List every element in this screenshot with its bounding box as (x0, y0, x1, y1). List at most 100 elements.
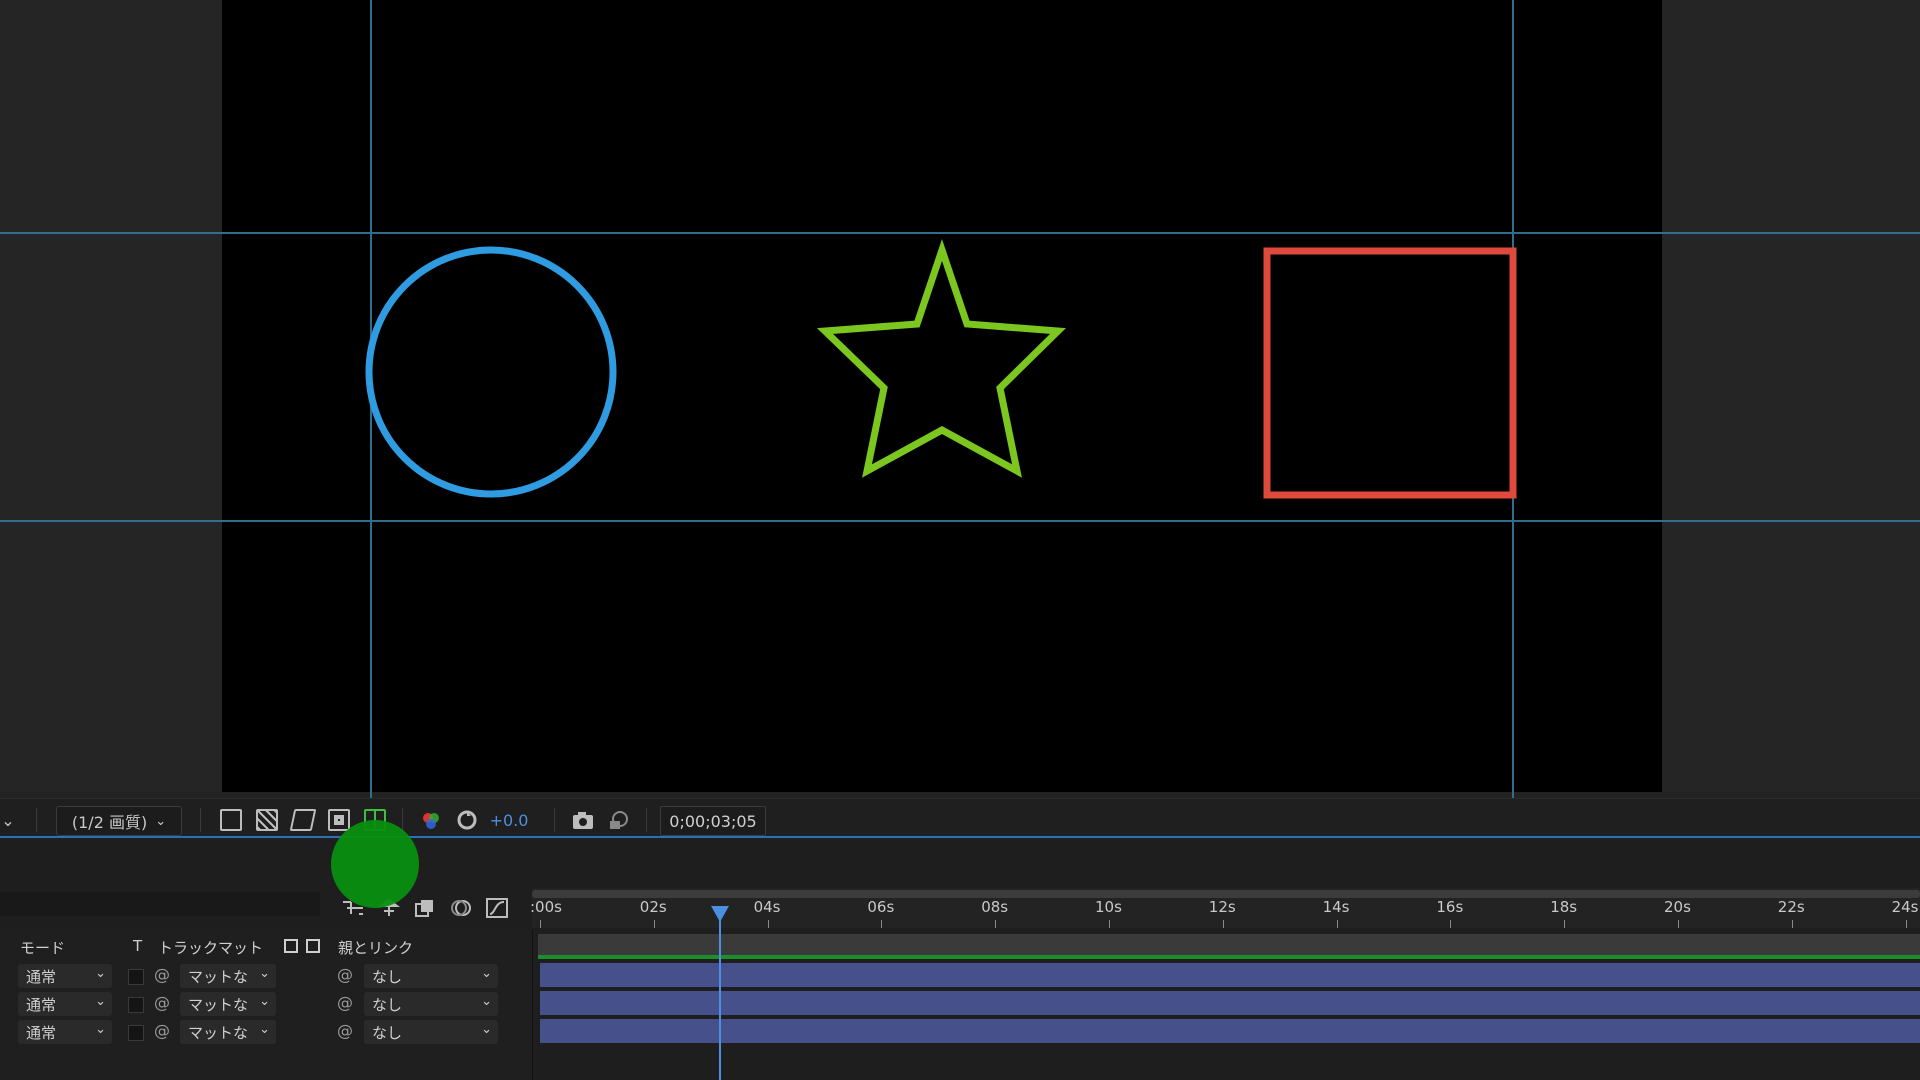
chevron-down-icon: ⌄ (1, 810, 15, 830)
ruler-tick (995, 920, 997, 928)
show-snapshot-button[interactable] (606, 806, 632, 834)
frame-blending-button[interactable] (412, 894, 438, 922)
playhead-handle[interactable] (711, 906, 730, 922)
click-indicator (331, 820, 419, 908)
mask-path-button[interactable] (289, 806, 317, 834)
parent-label: なし (372, 967, 403, 986)
ruler-tick (540, 920, 541, 928)
preserve-transparency-checkbox[interactable] (128, 997, 144, 1013)
magnification-dropdown[interactable]: ⌄ (0, 806, 16, 834)
region-of-interest-icon (328, 809, 350, 831)
pick-whip-icon[interactable]: @ (154, 965, 170, 984)
divider (646, 808, 647, 832)
camera-icon (573, 812, 593, 829)
graph-editor-icon (486, 898, 508, 918)
resolution-dropdown[interactable]: (1/2 画質) ⌄ (56, 806, 182, 836)
preserve-transparency-checkbox[interactable] (128, 969, 144, 985)
ruler-tick (1564, 920, 1566, 928)
playhead-line[interactable] (719, 915, 722, 1080)
layer-row[interactable]: 通常 ⌄ @ マットな ⌄ @ なし ⌄ (0, 963, 528, 989)
track-matte-label: マットな (188, 1023, 249, 1042)
work-area-bar[interactable] (538, 934, 1920, 956)
time-navigator[interactable] (532, 890, 1920, 898)
mode-column-header[interactable]: モード (20, 937, 65, 958)
motion-blur-button[interactable] (448, 894, 474, 922)
track-matte-dropdown[interactable]: マットな ⌄ (180, 1020, 276, 1044)
parent-dropdown[interactable]: なし ⌄ (364, 1020, 498, 1044)
fast-preview-icon (220, 809, 242, 831)
ruler-tick-label: 12s (1208, 898, 1236, 916)
layer-duration-bar[interactable] (540, 991, 1920, 1015)
ruler-tick-label: 14s (1322, 898, 1350, 916)
ruler-tick (653, 920, 655, 928)
parent-label: なし (372, 995, 403, 1014)
layer-row[interactable]: 通常 ⌄ @ マットな ⌄ @ なし ⌄ (0, 991, 528, 1017)
layer-search-field[interactable] (0, 892, 320, 916)
square-shape[interactable] (1263, 247, 1517, 499)
blend-mode-label: 通常 (26, 995, 57, 1014)
ruler-tick-label: 04s (753, 898, 781, 916)
reset-exposure-button[interactable] (454, 806, 480, 834)
layer-row[interactable]: 通常 ⌄ @ マットな ⌄ @ なし ⌄ (0, 1019, 528, 1045)
ruler-tick-label: 10s (1095, 898, 1122, 916)
divider (200, 808, 201, 832)
show-snapshot-icon (610, 811, 628, 829)
matte-toggle-icon (284, 939, 298, 953)
pick-whip-icon[interactable]: @ (154, 993, 170, 1012)
star-shape[interactable] (816, 239, 1066, 478)
parent-pick-whip-icon[interactable]: @ (337, 993, 353, 1012)
color-channel-icon (423, 813, 439, 829)
frame-blending-icon (415, 900, 433, 917)
divider (36, 808, 37, 832)
exposure-value[interactable]: +0.0 (488, 806, 530, 834)
parent-pick-whip-icon[interactable]: @ (337, 965, 353, 984)
ruler-tick (1336, 920, 1338, 928)
layer-duration-bar[interactable] (540, 963, 1920, 987)
color-channel-button[interactable] (418, 806, 444, 834)
composition-viewer[interactable] (0, 0, 1920, 798)
transparency-grid-button[interactable] (254, 806, 280, 834)
parent-link-column-header[interactable]: 親とリンク (338, 937, 413, 958)
chevron-down-icon: ⌄ (95, 994, 106, 1009)
blend-mode-dropdown[interactable]: 通常 ⌄ (18, 992, 112, 1016)
pick-whip-icon[interactable]: @ (154, 1021, 170, 1040)
parent-dropdown[interactable]: なし ⌄ (364, 992, 498, 1016)
chevron-down-icon: ⌄ (95, 1022, 106, 1037)
ruler-tick (1905, 920, 1907, 928)
parent-pick-whip-icon[interactable]: @ (337, 1021, 353, 1040)
preserve-transparency-checkbox[interactable] (128, 1025, 144, 1041)
parent-label: なし (372, 1023, 403, 1042)
circle-shape[interactable] (365, 246, 617, 498)
snapshot-button[interactable] (570, 806, 596, 834)
current-time-display[interactable]: 0;00;03;05 (660, 806, 766, 836)
ruler-tick-label: 06s (867, 898, 895, 916)
layer-column-header: モード T トラックマット 親とリンク (0, 934, 528, 958)
ruler-tick (1109, 920, 1110, 928)
parent-dropdown[interactable]: なし ⌄ (364, 964, 498, 988)
ruler-tick-label: :00s (530, 898, 562, 916)
preserve-transparency-column-header[interactable]: T (133, 937, 142, 955)
ruler-tick (1791, 920, 1793, 928)
resolution-label: (1/2 画質) (71, 813, 148, 832)
reset-exposure-icon (457, 810, 477, 830)
ruler-tick (1450, 920, 1452, 928)
blend-mode-dropdown[interactable]: 通常 ⌄ (18, 964, 112, 988)
chevron-down-icon: ⌄ (481, 966, 492, 981)
blend-mode-label: 通常 (26, 1023, 57, 1042)
track-matte-dropdown[interactable]: マットな ⌄ (180, 964, 276, 988)
track-matte-dropdown[interactable]: マットな ⌄ (180, 992, 276, 1016)
shape-layers (365, 239, 1517, 499)
layer-duration-bar[interactable] (540, 1019, 1920, 1043)
fast-preview-button[interactable] (218, 806, 244, 834)
ruler-tick-label: 20s (1664, 898, 1691, 916)
blend-mode-label: 通常 (26, 967, 57, 986)
render-cache-indicator (538, 955, 1920, 959)
track-matte-column-header[interactable]: トラックマット (158, 937, 263, 958)
chevron-down-icon: ⌄ (155, 813, 167, 829)
ruler-tick-label: 02s (639, 898, 667, 916)
ruler-tick-label: 08s (981, 898, 1009, 916)
ruler-tick (1678, 920, 1679, 928)
chevron-down-icon: ⌄ (481, 994, 492, 1009)
graph-editor-button[interactable] (484, 894, 510, 922)
blend-mode-dropdown[interactable]: 通常 ⌄ (18, 1020, 112, 1044)
